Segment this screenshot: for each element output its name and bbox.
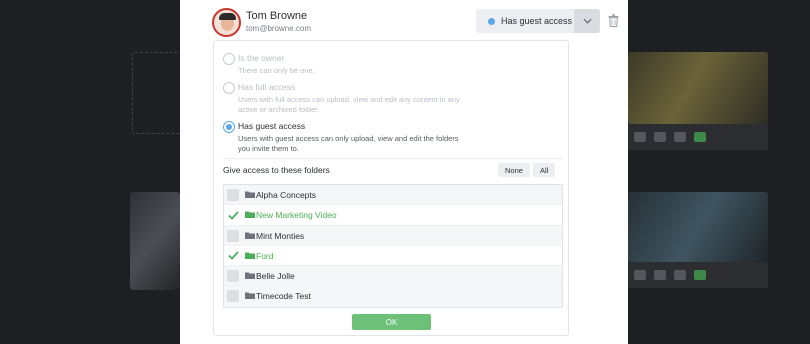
access-level-button[interactable]: Has guest access [476,9,574,33]
check-icon [227,211,239,220]
option-guest-access[interactable]: Has guest access Users with guest access… [223,121,473,155]
radio-owner [223,53,235,65]
folder-checkbox[interactable] [227,229,239,242]
folder-name: Alpha Concepts [256,190,317,200]
folders-section-label: Give access to these folders [223,165,330,175]
option-owner: Is the owner There can only be one. [223,53,473,77]
option-description: Users with full access can upload, view … [238,95,460,114]
avatar [212,8,241,37]
radio-full-access [223,82,235,94]
ok-button[interactable]: OK [352,314,431,330]
folder-row[interactable]: Belle Jolle [224,266,562,287]
folder-icon [245,232,255,239]
folder-name: Belle Jolle [256,271,295,282]
folder-checkbox[interactable] [227,290,239,303]
bg-thumbnail-toolbar [628,262,768,288]
folder-icon [245,211,255,219]
folder-icon [245,292,255,300]
trash-icon[interactable] [608,14,619,27]
folder-list: Alpha Concepts New Marketing Video Mint … [223,184,563,308]
folder-checkbox[interactable] [227,270,239,283]
status-dot [488,17,495,25]
access-level-label: Has guest access [501,16,573,26]
folder-checkbox[interactable] [227,209,239,221]
user-email: tom@browne.com [246,24,312,33]
select-all-button[interactable]: All [533,163,556,177]
option-description: Users with guest access can only upload,… [238,134,459,153]
select-none-button[interactable]: None [498,163,530,177]
folder-row[interactable]: Alpha Concepts [224,185,562,206]
option-description: There can only be one. [238,66,315,75]
user-access-modal: Tom Browne tom@browne.com Has guest acce… [180,0,628,344]
folder-row[interactable]: Ford [224,246,562,267]
folder-icon [245,191,255,198]
folder-icon [245,252,255,259]
folder-name: New Marketing Video [256,210,337,221]
folder-row[interactable]: Mint Monties [224,225,562,246]
folder-row[interactable]: Timecode Test [224,286,562,307]
access-dropdown-toggle[interactable] [574,9,600,33]
user-name: Tom Browne [246,10,308,22]
radio-guest-access[interactable] [223,121,235,133]
bg-thumbnail-toolbar [628,124,768,150]
option-title: Is the owner [238,53,285,63]
option-title: Has full access [238,82,296,92]
folder-row[interactable]: New Marketing Video [224,205,562,226]
folder-icon [245,272,255,280]
bg-thumbnail [130,192,180,290]
divider [223,158,563,159]
chevron-down-icon [582,18,592,24]
folder-checkbox[interactable] [227,189,239,201]
option-title: Has guest access [238,121,306,131]
folder-checkbox[interactable] [227,250,239,262]
bg-thumbnail [628,52,768,124]
folder-name: Timecode Test [256,291,311,302]
folder-name: Mint Monties [256,230,305,241]
option-full-access: Has full access Users with full access c… [223,82,473,116]
user-row: Tom Browne tom@browne.com Has guest acce… [212,8,619,37]
access-options-panel: Is the owner There can only be one. Has … [213,40,569,336]
check-icon [227,251,239,261]
bg-thumbnail [628,192,768,262]
folder-name: Ford [256,250,274,261]
